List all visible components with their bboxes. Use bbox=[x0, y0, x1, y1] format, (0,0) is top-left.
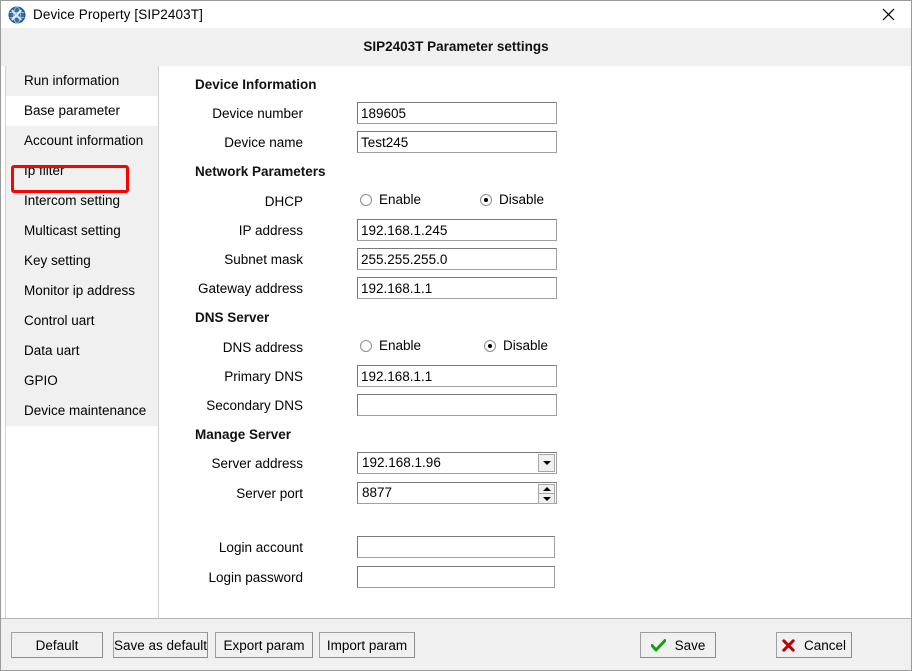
secondary-dns-input[interactable] bbox=[357, 394, 557, 416]
radio-indicator bbox=[360, 193, 372, 206]
label-login-account: Login account bbox=[218, 540, 303, 555]
cancel-button-label: Cancel bbox=[803, 637, 847, 653]
import-param-button[interactable]: Import param bbox=[319, 632, 415, 658]
footer-toolbar: Default Save as default Export param Imp… bbox=[1, 618, 911, 670]
sidebar-item-label: Run information bbox=[24, 73, 120, 88]
sidebar-item-device-maintenance[interactable]: Device maintenance bbox=[6, 396, 158, 426]
server-port-spinner[interactable]: 8877 bbox=[357, 482, 557, 504]
spinner-down-icon[interactable] bbox=[538, 494, 555, 504]
export-param-button-label: Export param bbox=[223, 637, 305, 653]
label-server-address: Server address bbox=[211, 456, 303, 471]
import-param-button-label: Import param bbox=[326, 637, 408, 653]
device-number-input[interactable] bbox=[357, 102, 557, 124]
dhcp-enable-radio[interactable]: Enable bbox=[360, 192, 421, 207]
label-secondary-dns: Secondary DNS bbox=[206, 398, 303, 413]
gateway-address-input[interactable] bbox=[357, 277, 557, 299]
group-title-device-information: Device Information bbox=[195, 77, 317, 92]
sidebar-item-ip-filter[interactable]: Ip filter bbox=[6, 156, 158, 186]
sidebar-item-multicast-setting[interactable]: Multicast setting bbox=[6, 216, 158, 246]
title-bar: Device Property [SIP2403T] bbox=[1, 1, 911, 29]
sidebar-item-label: Control uart bbox=[24, 313, 95, 328]
radio-indicator bbox=[480, 193, 492, 206]
sidebar-item-monitor-ip-address[interactable]: Monitor ip address bbox=[6, 276, 158, 306]
device-property-window: Device Property [SIP2403T] SIP2403T Para… bbox=[0, 0, 912, 671]
sidebar-item-label: Account information bbox=[24, 133, 144, 148]
sidebar-item-label: Key setting bbox=[24, 253, 91, 268]
login-password-input[interactable] bbox=[357, 566, 555, 588]
dns-disable-radio[interactable]: Disable bbox=[484, 338, 548, 353]
close-button[interactable] bbox=[865, 1, 911, 27]
dhcp-enable-label: Enable bbox=[379, 192, 422, 207]
group-title-network-parameters: Network Parameters bbox=[195, 164, 326, 179]
group-title-dns-server: DNS Server bbox=[195, 310, 270, 325]
sidebar-item-base-parameter[interactable]: Base parameter bbox=[6, 96, 158, 126]
group-title-manage-server: Manage Server bbox=[195, 427, 292, 442]
label-dhcp: DHCP bbox=[264, 194, 303, 209]
sidebar-item-gpio[interactable]: GPIO bbox=[6, 366, 158, 396]
checkmark-icon bbox=[650, 638, 666, 651]
sidebar-item-intercom-setting[interactable]: Intercom setting bbox=[6, 186, 158, 216]
label-server-port: Server port bbox=[236, 486, 303, 501]
save-as-default-button[interactable]: Save as default bbox=[113, 632, 208, 658]
login-account-input[interactable] bbox=[357, 536, 555, 558]
device-globe-tools-icon bbox=[8, 6, 26, 23]
label-gateway-address: Gateway address bbox=[197, 281, 303, 296]
page-title: SIP2403T Parameter settings bbox=[363, 39, 549, 54]
window-title: Device Property [SIP2403T] bbox=[33, 7, 203, 22]
radio-indicator bbox=[360, 339, 372, 352]
cancel-button[interactable]: Cancel bbox=[776, 632, 852, 658]
sidebar-item-label: Intercom setting bbox=[24, 193, 121, 208]
sidebar-item-key-setting[interactable]: Key setting bbox=[6, 246, 158, 276]
dns-disable-label: Disable bbox=[503, 338, 549, 353]
sidebar-item-account-information[interactable]: Account information bbox=[6, 126, 158, 156]
server-port-value: 8877 bbox=[362, 485, 393, 500]
sidebar-item-label: Monitor ip address bbox=[24, 283, 136, 298]
settings-panel: Device Information Device number Device … bbox=[159, 66, 911, 618]
cross-icon bbox=[782, 638, 795, 652]
label-device-number: Device number bbox=[212, 106, 303, 121]
header-band: SIP2403T Parameter settings bbox=[1, 28, 911, 67]
save-button[interactable]: Save bbox=[640, 632, 716, 658]
sidebar-item-run-information[interactable]: Run information bbox=[6, 66, 158, 96]
chevron-down-icon[interactable] bbox=[538, 454, 555, 472]
dhcp-disable-label: Disable bbox=[499, 192, 545, 207]
sidebar: Run information Base parameter Account i… bbox=[6, 66, 159, 618]
label-device-name: Device name bbox=[224, 135, 303, 150]
radio-indicator bbox=[484, 339, 496, 352]
sidebar-item-label: Device maintenance bbox=[24, 403, 147, 418]
sidebar-item-label: Data uart bbox=[24, 343, 80, 358]
save-as-default-button-label: Save as default bbox=[113, 637, 208, 653]
ip-address-input[interactable] bbox=[357, 219, 557, 241]
sidebar-item-control-uart[interactable]: Control uart bbox=[6, 306, 158, 336]
device-name-input[interactable] bbox=[357, 131, 557, 153]
sidebar-item-label: Base parameter bbox=[24, 103, 121, 118]
content-area: Run information Base parameter Account i… bbox=[1, 66, 911, 618]
sidebar-item-data-uart[interactable]: Data uart bbox=[6, 336, 158, 366]
dns-enable-label: Enable bbox=[379, 338, 422, 353]
close-icon bbox=[882, 8, 894, 20]
sidebar-item-label: Ip filter bbox=[24, 163, 65, 178]
label-ip-address: IP address bbox=[238, 223, 303, 238]
save-button-label: Save bbox=[674, 637, 706, 653]
spinner-up-icon[interactable] bbox=[538, 484, 555, 494]
server-address-value: 192.168.1.96 bbox=[362, 455, 441, 470]
sidebar-item-label: GPIO bbox=[24, 373, 58, 388]
label-subnet-mask: Subnet mask bbox=[224, 252, 303, 267]
default-button[interactable]: Default bbox=[11, 632, 103, 658]
dns-enable-radio[interactable]: Enable bbox=[360, 338, 421, 353]
sidebar-item-label: Multicast setting bbox=[24, 223, 121, 238]
dhcp-disable-radio[interactable]: Disable bbox=[480, 192, 544, 207]
label-dns-address: DNS address bbox=[222, 340, 303, 355]
spinner-buttons[interactable] bbox=[538, 484, 555, 504]
export-param-button[interactable]: Export param bbox=[215, 632, 313, 658]
label-login-password: Login password bbox=[208, 570, 303, 585]
default-button-label: Default bbox=[35, 637, 79, 653]
label-primary-dns: Primary DNS bbox=[224, 369, 303, 384]
server-address-combobox[interactable]: 192.168.1.96 bbox=[357, 452, 557, 474]
primary-dns-input[interactable] bbox=[357, 365, 557, 387]
subnet-mask-input[interactable] bbox=[357, 248, 557, 270]
